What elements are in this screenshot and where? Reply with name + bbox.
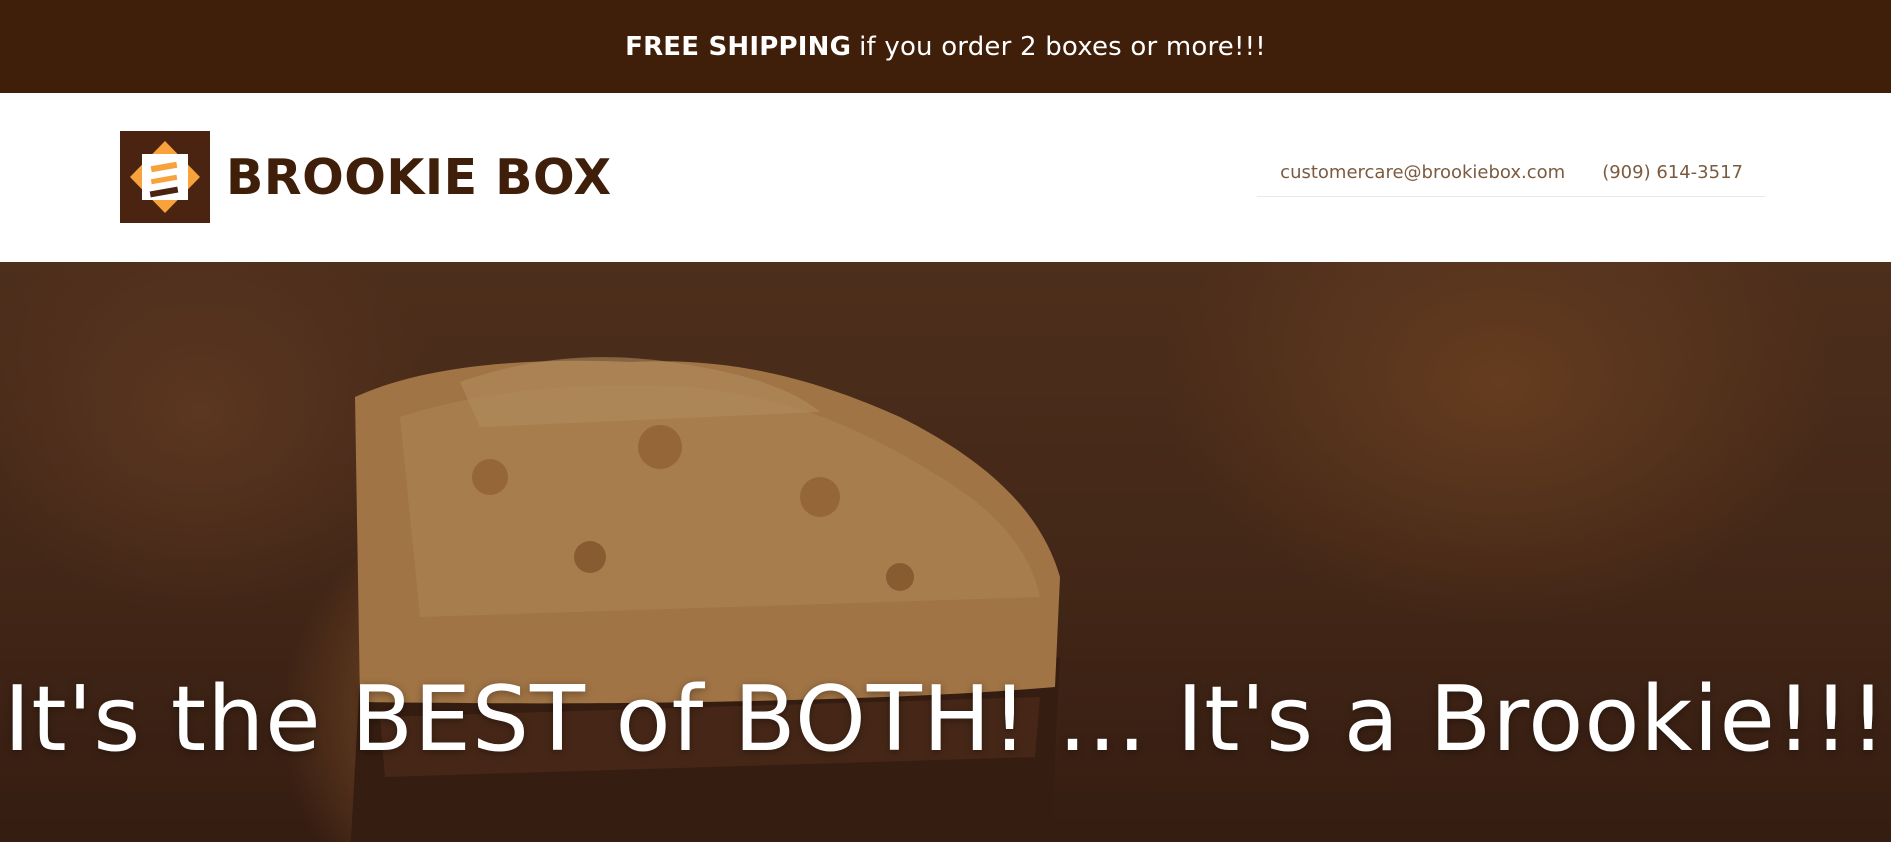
hero-headline: It's the BEST of BOTH! ... It's a Brooki… (3, 667, 1888, 772)
hero-banner: It's the BEST of BOTH! ... It's a Brooki… (0, 262, 1891, 842)
contact-phone-link[interactable]: (909) 614-3517 (1602, 162, 1743, 183)
site-header: BROOKIE BOX customercare@brookiebox.com … (0, 93, 1891, 262)
contact-email-link[interactable]: customercare@brookiebox.com (1280, 162, 1565, 183)
logo-link[interactable]: BROOKIE BOX (120, 131, 612, 223)
brookie-box-logo-icon (120, 131, 210, 223)
contact-info: customercare@brookiebox.com (909) 614-35… (1257, 148, 1765, 197)
announcement-text: if you order 2 boxes or more!!! (859, 31, 1266, 62)
announcement-bar: FREE SHIPPING if you order 2 boxes or mo… (0, 0, 1891, 93)
brand-name: BROOKIE BOX (226, 148, 612, 206)
announcement-bold: FREE SHIPPING (625, 31, 852, 62)
